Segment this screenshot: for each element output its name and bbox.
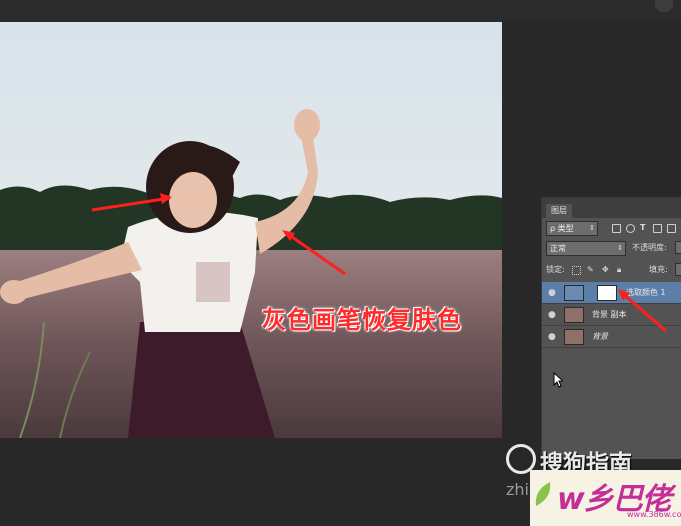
layer-filter-value: ρ 类型 [550, 224, 574, 233]
blend-row: 正常 ⇕ 不透明度: [542, 240, 681, 258]
lock-transparent-icon[interactable] [572, 266, 581, 275]
photo-canvas[interactable] [0, 22, 502, 438]
corner-tab-icon [655, 0, 673, 12]
chevron-down-icon: ⇕ [589, 224, 595, 232]
eye-icon[interactable]: ● [548, 288, 556, 298]
filter-shape-icon[interactable] [653, 224, 662, 233]
site-watermark-url: www.386w.com [627, 510, 681, 519]
opacity-label: 不透明度: [632, 243, 667, 252]
opacity-field[interactable] [675, 241, 681, 254]
panel-tab-bar: 图层 [542, 198, 681, 218]
lock-label: 锁定: [546, 265, 565, 274]
photo-image [0, 22, 502, 438]
layer-filter-select[interactable]: ρ 类型 ⇕ [546, 221, 598, 236]
filter-adjustment-icon[interactable] [626, 224, 635, 233]
filter-pixel-icon[interactable] [612, 224, 621, 233]
lock-row: 锁定: ✎ ✥ 🔒︎ 填充: [542, 261, 681, 279]
chevron-down-icon: ⇕ [617, 244, 623, 252]
mouse-cursor-icon [553, 372, 563, 388]
lock-image-icon[interactable]: ✎ [587, 264, 594, 276]
layer-thumb [564, 307, 584, 323]
blend-mode-value: 正常 [550, 244, 566, 253]
layer-name: 背景 [592, 332, 608, 341]
tab-layers[interactable]: 图层 [546, 204, 572, 218]
eye-icon[interactable]: ● [548, 310, 556, 320]
zhi-watermark: zhi [506, 480, 529, 499]
eye-icon[interactable]: ● [548, 332, 556, 342]
fill-field[interactable] [675, 263, 681, 276]
top-bar [0, 0, 681, 22]
lock-all-icon[interactable]: 🔒︎ [617, 264, 621, 276]
annotation-text: 灰色画笔恢复肤色 [262, 306, 462, 334]
adjustment-thumb [564, 285, 584, 301]
filter-row: ρ 类型 ⇕ T [542, 220, 681, 238]
mask-arrow [618, 289, 667, 333]
lock-position-icon[interactable]: ✥ [602, 264, 609, 276]
blend-mode-select[interactable]: 正常 ⇕ [546, 241, 626, 256]
leaf-logo-icon [535, 482, 551, 506]
filter-smart-object-icon[interactable] [667, 224, 676, 233]
layer-thumb [564, 329, 584, 345]
fill-label: 填充: [649, 265, 668, 274]
filter-type-icon[interactable]: T [640, 222, 645, 234]
